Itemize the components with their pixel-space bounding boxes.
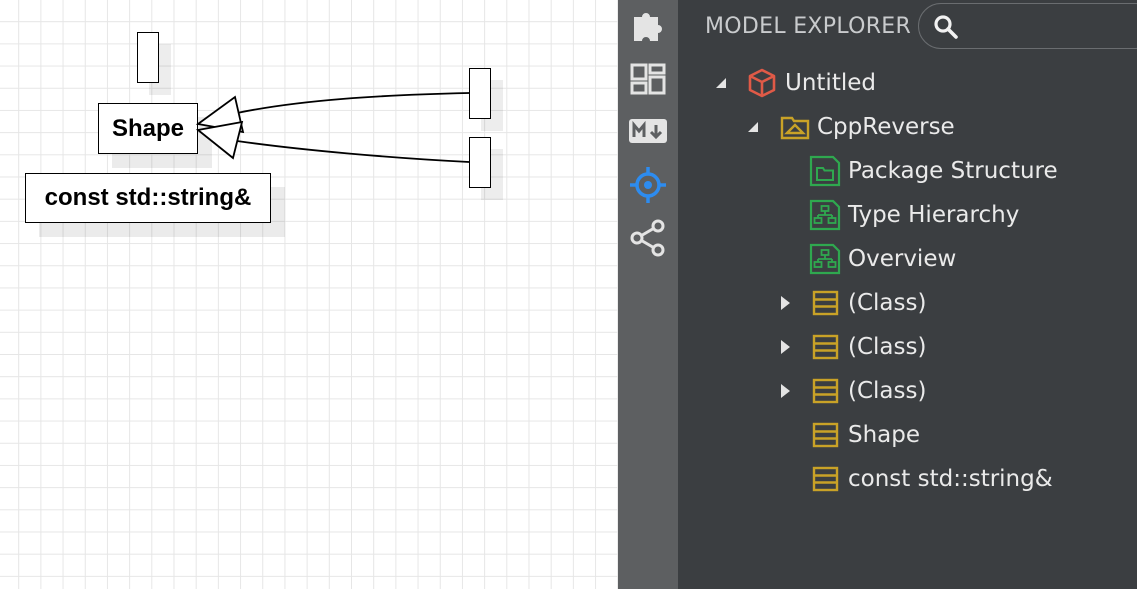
model-explorer-panel: MODEL EXPLORER Untitled CppReverse Packa…: [678, 0, 1137, 589]
class-icon: [812, 290, 839, 316]
tree-item-label: CppReverse: [817, 114, 955, 140]
class-node-label: Shape: [111, 114, 185, 142]
tree-item-label: const std::string&: [848, 466, 1053, 492]
generalization-edge[interactable]: [195, 92, 470, 134]
markdown-icon: [629, 119, 667, 143]
tree-item-const-string[interactable]: const std::string&: [678, 459, 1137, 499]
tree-toggle[interactable]: [745, 119, 761, 135]
crosshair-button[interactable]: [618, 160, 678, 210]
caret-expanded-icon: [716, 78, 726, 88]
class-icon: [812, 378, 839, 404]
class-node-const-string[interactable]: const std::string&: [25, 173, 271, 223]
caret-collapsed-icon: [781, 296, 790, 310]
tree-item-label: Shape: [848, 422, 921, 448]
model-icon: [748, 68, 776, 98]
tree-toggle[interactable]: [777, 295, 793, 311]
markdown-button[interactable]: [618, 106, 678, 156]
class-node-unnamed[interactable]: [469, 137, 491, 188]
search-box[interactable]: [918, 3, 1137, 49]
package-icon: [780, 116, 810, 140]
layout-button[interactable]: [618, 54, 678, 104]
inheritance-arrowhead: [195, 95, 245, 134]
tree-item-label: (Class): [848, 378, 927, 404]
layout-icon: [630, 63, 666, 95]
tree-toggle[interactable]: [777, 339, 793, 355]
class-diagram-icon: [809, 243, 841, 275]
generalization-edges: [195, 92, 470, 163]
caret-collapsed-icon: [781, 384, 790, 398]
tree-item-cppreverse[interactable]: CppReverse: [678, 107, 1137, 147]
tree-item-type-hierarchy[interactable]: Type Hierarchy: [678, 195, 1137, 235]
tree-item-label: (Class): [848, 290, 927, 316]
tree-item-shape[interactable]: Shape: [678, 415, 1137, 455]
caret-collapsed-icon: [781, 340, 790, 354]
tree-item-class[interactable]: (Class): [678, 371, 1137, 411]
class-icon: [812, 466, 839, 492]
package-diagram-icon: [809, 155, 841, 187]
tree-item-package-structure[interactable]: Package Structure: [678, 151, 1137, 191]
tree-item-untitled[interactable]: Untitled: [678, 63, 1137, 103]
share-button[interactable]: [618, 213, 678, 263]
class-node-shape[interactable]: Shape: [98, 103, 198, 154]
generalization-edge[interactable]: [195, 120, 470, 163]
class-diagram-icon: [809, 199, 841, 231]
crosshair-icon: [630, 167, 666, 203]
class-icon: [812, 422, 839, 448]
class-node-unnamed[interactable]: [137, 32, 159, 83]
tree-item-overview[interactable]: Overview: [678, 239, 1137, 279]
tree-toggle[interactable]: [777, 383, 793, 399]
search-input[interactable]: [963, 10, 1137, 42]
diagram-canvas[interactable]: Shape const std::string&: [0, 0, 618, 589]
tree-toggle[interactable]: [713, 75, 729, 91]
class-node-label: const std::string&: [44, 184, 252, 211]
panel-title: MODEL EXPLORER: [705, 14, 912, 39]
tree-item-label: Overview: [848, 246, 957, 272]
tree-item-label: (Class): [848, 334, 927, 360]
tree-item-class[interactable]: (Class): [678, 327, 1137, 367]
extensions-button[interactable]: [618, 0, 678, 50]
tree-item-label: Type Hierarchy: [848, 202, 1020, 228]
activity-bar: [618, 0, 678, 589]
tree-item-class[interactable]: (Class): [678, 283, 1137, 323]
caret-expanded-icon: [748, 122, 758, 132]
class-icon: [812, 334, 839, 360]
puzzle-icon: [634, 13, 662, 41]
inheritance-arrowhead: [195, 120, 244, 160]
search-icon: [934, 15, 958, 39]
class-node-unnamed[interactable]: [469, 68, 491, 119]
tree-item-label: Package Structure: [848, 158, 1058, 184]
tree-item-label: Untitled: [785, 70, 876, 96]
share-icon: [630, 219, 665, 257]
